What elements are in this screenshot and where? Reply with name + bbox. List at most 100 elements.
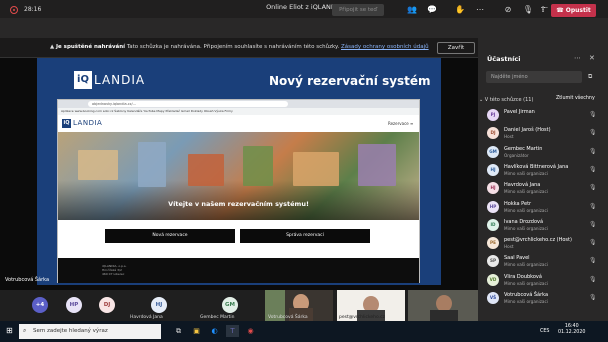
close-panel-icon[interactable]: ✕ xyxy=(589,54,595,62)
participant-row[interactable]: GM Gembec Martin Organizátor 🎙 xyxy=(478,144,608,161)
windows-start-icon[interactable]: ⊞ xyxy=(6,326,13,335)
participant-avatar[interactable]: DJ xyxy=(99,297,115,313)
meeting-timer: 28:16 xyxy=(24,6,42,13)
participant-search-input[interactable]: Najděte jméno xyxy=(486,71,582,83)
privacy-link[interactable]: Zásady ochrany osobních údajů xyxy=(341,44,429,50)
mic-muted-icon[interactable]: 🎙 xyxy=(589,203,597,210)
participant-row[interactable]: ID Ivana Drozdová Mimo vaši organizaci 🎙 xyxy=(478,217,608,234)
mic-muted-icon[interactable]: 🎙 xyxy=(589,257,597,264)
participant-role: Organizátor xyxy=(504,152,529,158)
participant-avatar[interactable]: GM xyxy=(222,297,238,313)
leave-label: Opustit xyxy=(565,7,591,14)
site-footer: iQLANDIA, o.p.s. Hrnčířská 3/2 460 07 Li… xyxy=(58,258,419,283)
participant-avatar: GM xyxy=(487,145,499,158)
hero-welcome-text: Vítejte v našem rezervačním systému! xyxy=(168,200,309,208)
participant-avatar: PJ xyxy=(487,109,499,121)
mic-muted-icon[interactable]: 🎙 xyxy=(589,148,597,155)
raise-hand-icon[interactable]: ✋ xyxy=(453,5,467,15)
mic-muted-icon[interactable]: 🎙 xyxy=(589,111,597,118)
participant-name: Vlira Doubková xyxy=(504,273,542,280)
teams-icon[interactable]: T xyxy=(226,325,239,337)
more-options-icon[interactable]: ⋯ xyxy=(574,54,581,62)
chat-icon[interactable]: 💬 xyxy=(425,5,439,15)
mic-muted-icon[interactable]: 🎙 xyxy=(589,221,597,228)
meeting-toolbar xyxy=(0,18,608,38)
mic-muted-icon[interactable]: 🎙 xyxy=(589,129,597,136)
camera-off-icon[interactable]: ⊘ xyxy=(501,5,515,15)
participant-name: Ivana Drozdová xyxy=(504,218,544,225)
participant-role: Host xyxy=(504,244,514,250)
participant-avatar: VŠ xyxy=(487,292,499,304)
browser-address-bar: objednavky.iqlandia.cz/... xyxy=(88,101,288,107)
participant-row[interactable]: HJ Havlíková Bittnerová Jana Mimo vaši org… xyxy=(478,162,608,179)
mic-muted-icon[interactable]: 🎙 xyxy=(589,166,597,173)
participant-row[interactable]: PJ Pavel Jirman 🎙 xyxy=(478,107,608,124)
system-clock[interactable]: 16:40 01.12.2020 xyxy=(558,324,585,336)
site-logo-text: LANDIA xyxy=(73,119,103,127)
slide-logo-text: LANDIA xyxy=(94,73,146,87)
participant-row[interactable]: PE pest@vrchlickeho.cz (Host) Host 🎙 xyxy=(478,235,608,252)
in-meeting-section[interactable]: ⌄ V této schůzce (11) xyxy=(479,97,533,103)
input-language[interactable]: CES xyxy=(540,329,549,334)
more-actions-icon[interactable]: ⋯ xyxy=(473,5,487,15)
mic-muted-icon[interactable]: 🎙 xyxy=(589,239,597,246)
search-icon: ⌕ xyxy=(23,327,27,334)
site-logo-mark: iQ xyxy=(62,119,71,128)
leave-button[interactable]: ☎ Opustit xyxy=(551,4,596,17)
taskbar-search-input[interactable]: Sem zadejte hledaný výraz xyxy=(19,324,161,339)
participant-row[interactable]: HJ Havrdová Jana Mimo vaši organizaci 🎙 xyxy=(478,180,608,197)
participant-avatar[interactable]: HJ xyxy=(151,297,167,313)
site-menu: Rezervace ≡ xyxy=(388,121,414,126)
participant-name: Gembec Martin xyxy=(504,145,543,152)
participant-name: Hokka Petr xyxy=(504,200,532,207)
recording-icon xyxy=(10,6,18,14)
participant-avatar: ID xyxy=(487,218,499,231)
participant-role: Mimo vaši organizaci xyxy=(504,170,548,176)
participant-avatar: VD xyxy=(487,273,499,286)
more-participants-badge[interactable]: +4 xyxy=(32,297,48,313)
mic-muted-icon[interactable]: 🎙 xyxy=(589,276,597,283)
section-label: V této schůzce (11) xyxy=(484,97,534,103)
participant-name: Saal Pavel xyxy=(504,255,530,262)
site-header: iQ LANDIA Rezervace ≡ xyxy=(58,115,419,132)
banner-text: ▲ Je spuštěné nahrávání Tato schůzka je … xyxy=(50,44,429,50)
presenter-name: Votrubcová Šárka xyxy=(5,277,50,283)
edge-icon[interactable]: ◐ xyxy=(208,325,221,337)
participant-row[interactable]: VŠ Votrubcová Šárka Mimo vaši organizaci 🎙 xyxy=(478,290,608,307)
title-bar: Online Eliot z iQLANDIE — ☐ ✕ xyxy=(0,0,608,18)
participant-avatar: SP xyxy=(487,255,499,268)
participant-role: Mimo vaši organizaci xyxy=(504,225,548,231)
embedded-browser: objednavky.iqlandia.cz/... Aplikace www.… xyxy=(57,99,420,283)
task-view-icon[interactable]: ⧉ xyxy=(172,325,185,337)
mic-icon[interactable]: 🎙 xyxy=(521,5,535,15)
recording-banner: ▲ Je spuštěné nahrávání Tato schůzka je … xyxy=(0,38,478,58)
participant-name: Havlíková Bittnerová Jana xyxy=(504,163,569,170)
share-invite-icon[interactable]: ⧉ xyxy=(588,73,592,81)
participants-icon[interactable]: 👥 xyxy=(405,5,419,15)
browser-tabs: objednavky.iqlandia.cz/... xyxy=(58,100,419,108)
mic-muted-icon[interactable]: 🎙 xyxy=(589,184,597,191)
slide-logo-mark: iQ xyxy=(74,71,92,89)
chrome-icon[interactable]: ◉ xyxy=(244,325,257,337)
panel-title: Účastníci xyxy=(487,55,521,63)
participant-row[interactable]: DJ Daniel Jaroš (Host) Host 🎙 xyxy=(478,125,608,142)
share-screen-icon[interactable]: ⇪ xyxy=(536,5,550,15)
participant-video[interactable] xyxy=(408,290,478,321)
participant-role: Mimo vaši organizaci xyxy=(504,299,548,304)
slide-title: Nový rezervační systém xyxy=(269,74,431,88)
participant-avatar[interactable]: HP xyxy=(66,297,82,313)
site-actions: Nová rezervace Správa rezervací xyxy=(58,220,419,258)
join-now-button[interactable]: Připojit se teď xyxy=(332,4,384,16)
participant-avatar: HJ xyxy=(487,163,499,176)
mic-muted-icon[interactable]: 🎙 xyxy=(589,294,597,301)
participant-name: Daniel Jaroš (Host) xyxy=(504,127,551,134)
file-explorer-icon[interactable]: ▣ xyxy=(190,325,203,337)
window-title: Online Eliot z iQLANDIE xyxy=(266,3,342,11)
participant-row[interactable]: VD Vlira Doubková Mimo vaši organizaci 🎙 xyxy=(478,272,608,289)
banner-close-button[interactable]: Zavřít xyxy=(437,42,475,54)
participant-avatar: HJ xyxy=(487,182,499,195)
participant-row[interactable]: SP Saal Pavel Mimo vaši organizaci 🎙 xyxy=(478,253,608,270)
participant-row[interactable]: HP Hokka Petr Mimo vaši organizaci 🎙 xyxy=(478,199,608,216)
mute-all-button[interactable]: Ztlumit všechny xyxy=(556,96,595,101)
participant-name: Gembec Martin xyxy=(200,315,235,320)
